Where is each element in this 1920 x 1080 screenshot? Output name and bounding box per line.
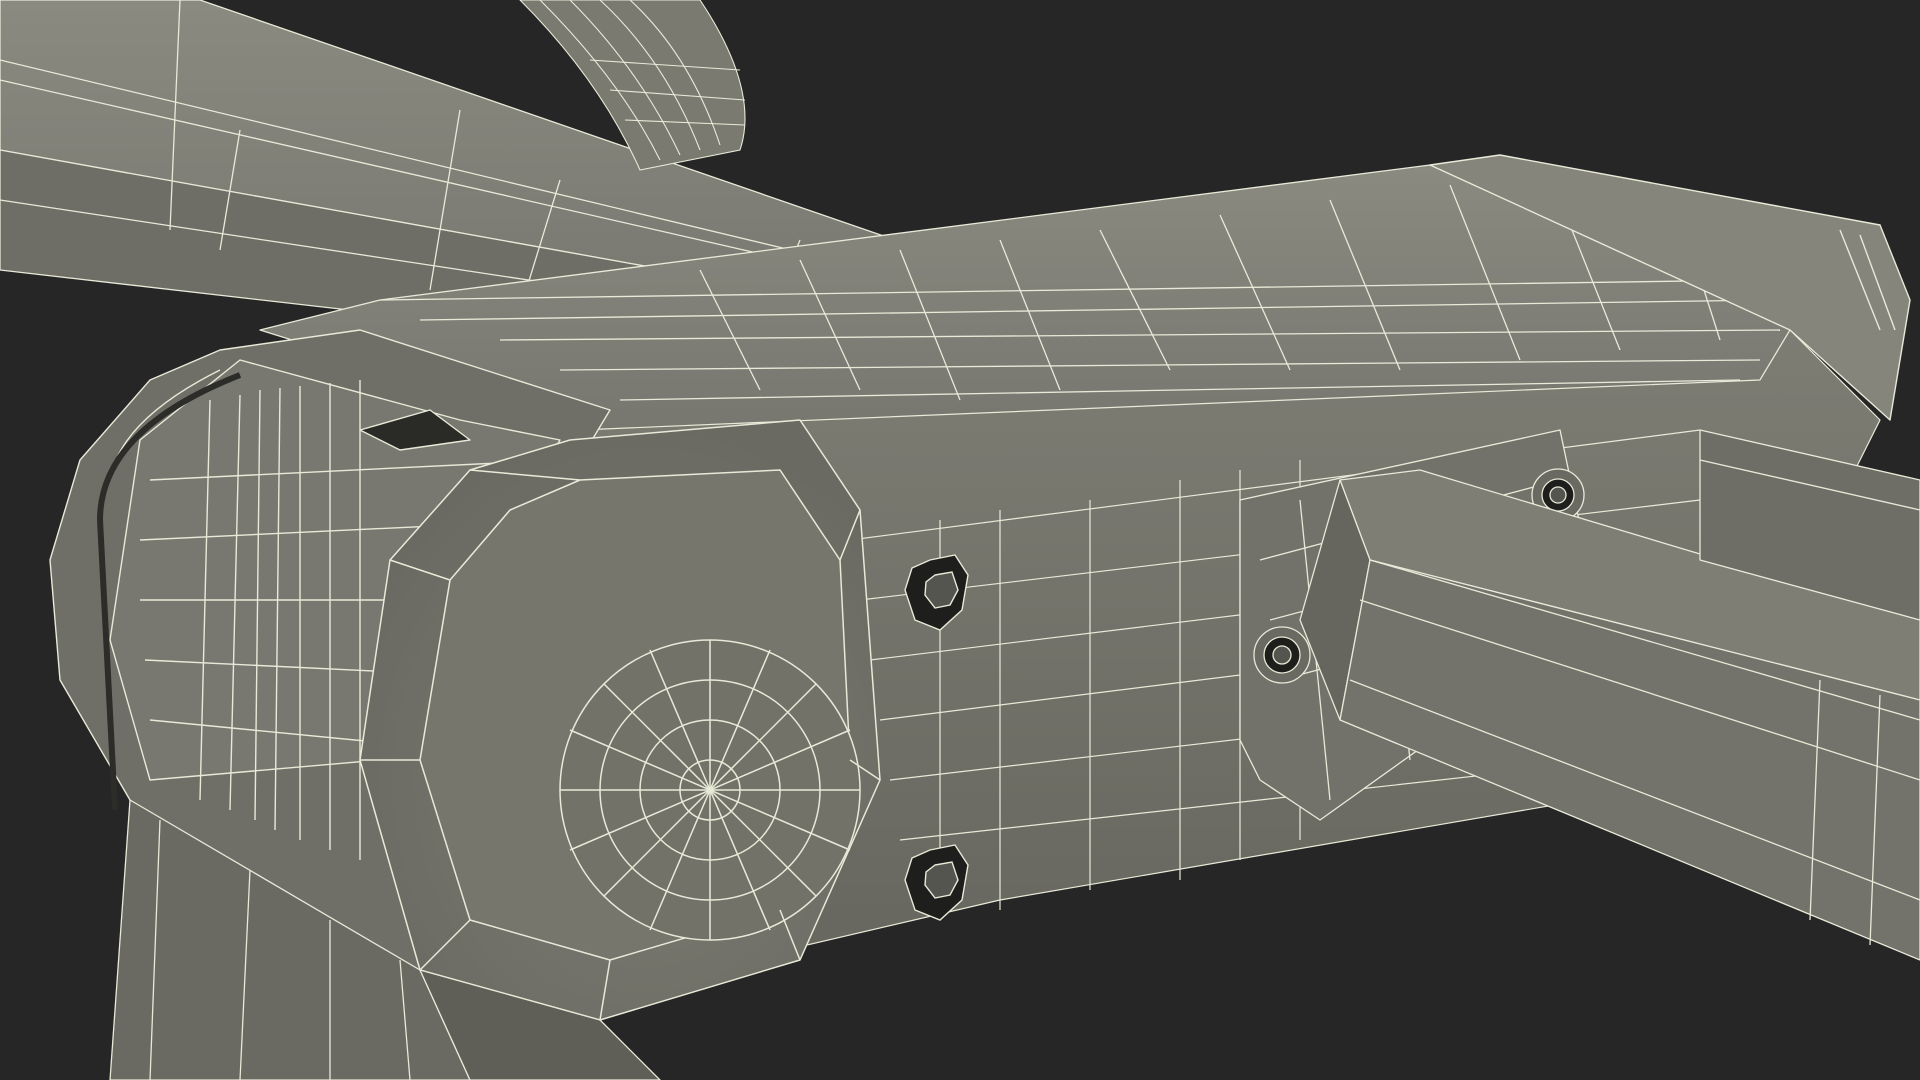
- bracket-bolt-left: [1253, 626, 1311, 684]
- radial-hub: [559, 639, 861, 941]
- octagon-end-cap: [359, 419, 881, 1021]
- render-viewport: [0, 0, 1920, 1080]
- wireframe-render: [0, 0, 1920, 1080]
